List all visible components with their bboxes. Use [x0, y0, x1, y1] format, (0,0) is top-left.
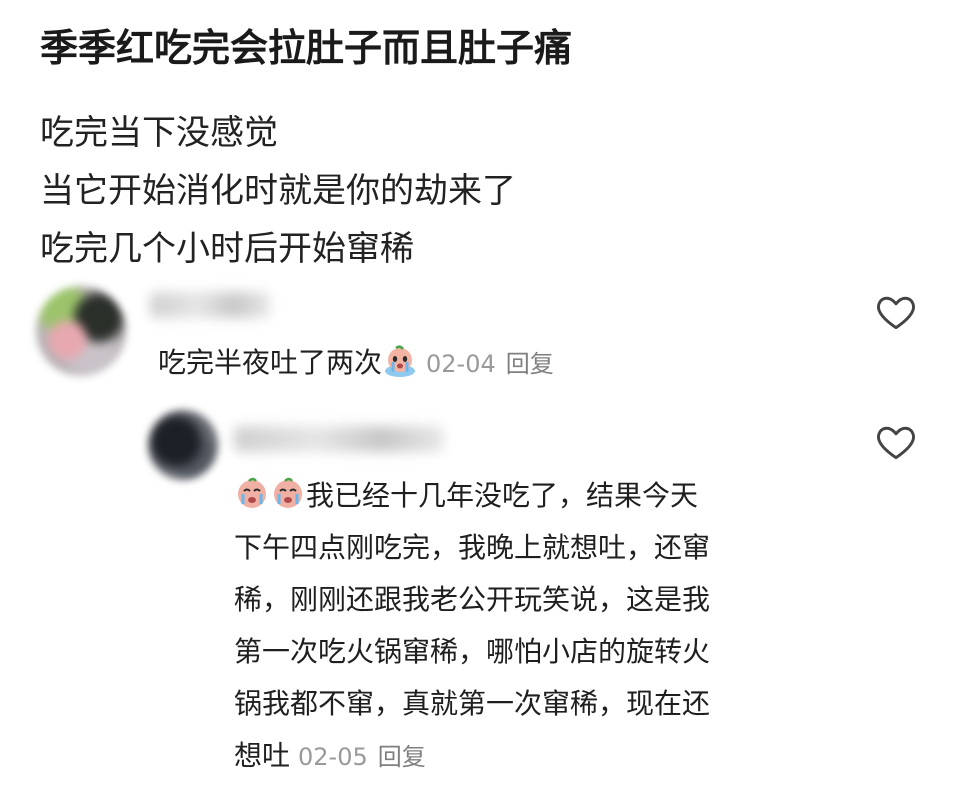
- username-blurred[interactable]: [150, 292, 270, 318]
- comment-line: 锅我都不窜，真就第一次窜稀，现在还: [234, 687, 711, 720]
- comment-text: 我已经十几年没吃了，结果今天: [306, 479, 699, 512]
- avatar[interactable]: [36, 286, 126, 376]
- avatar[interactable]: [148, 410, 218, 480]
- crying-face-icon: [238, 477, 266, 508]
- like-heart-icon[interactable]: [874, 420, 918, 464]
- comment: 我已经十几年没吃了，结果今天 下午四点刚吃完，我晚上就想吐，还窜 稀，刚刚还跟我…: [234, 470, 824, 783]
- comment-line: 第一次吃火锅窜稀，哪怕小店的旋转火: [234, 635, 711, 668]
- comment-line: 我已经十几年没吃了，结果今天: [234, 470, 824, 522]
- post-body: 吃完当下没感觉 当它开始消化时就是你的劫来了 吃完几个小时后开始窜稀: [40, 104, 516, 278]
- comment-line: 想吐 02-05 回复: [234, 730, 824, 783]
- comment-date: 02-05: [298, 743, 368, 771]
- username-blurred[interactable]: [234, 426, 444, 452]
- post-body-line: 当它开始消化时就是你的劫来了: [40, 171, 516, 211]
- comment: 吃完半夜吐了两次 02-04 回复: [158, 340, 554, 387]
- comment-line: 稀，刚刚还跟我老公开玩笑说，这是我: [234, 583, 711, 616]
- post-title: 季季红吃完会拉肚子而且肚子痛: [40, 26, 573, 70]
- comment-text: 吃完半夜吐了两次: [158, 346, 383, 379]
- post-body-line: 吃完当下没感觉: [40, 113, 278, 153]
- comment-line: 下午四点刚吃完，我晚上就想吐，还窜: [234, 531, 711, 564]
- like-heart-icon[interactable]: [874, 290, 918, 334]
- comment-date: 02-04: [426, 350, 496, 378]
- reply-button[interactable]: 回复: [506, 350, 554, 378]
- comment-text: 想吐: [234, 739, 291, 772]
- reply-button[interactable]: 回复: [378, 743, 426, 771]
- crying-face-icon: [274, 477, 302, 508]
- post-body-line: 吃完几个小时后开始窜稀: [40, 229, 414, 269]
- crying-face-icon: [385, 345, 416, 377]
